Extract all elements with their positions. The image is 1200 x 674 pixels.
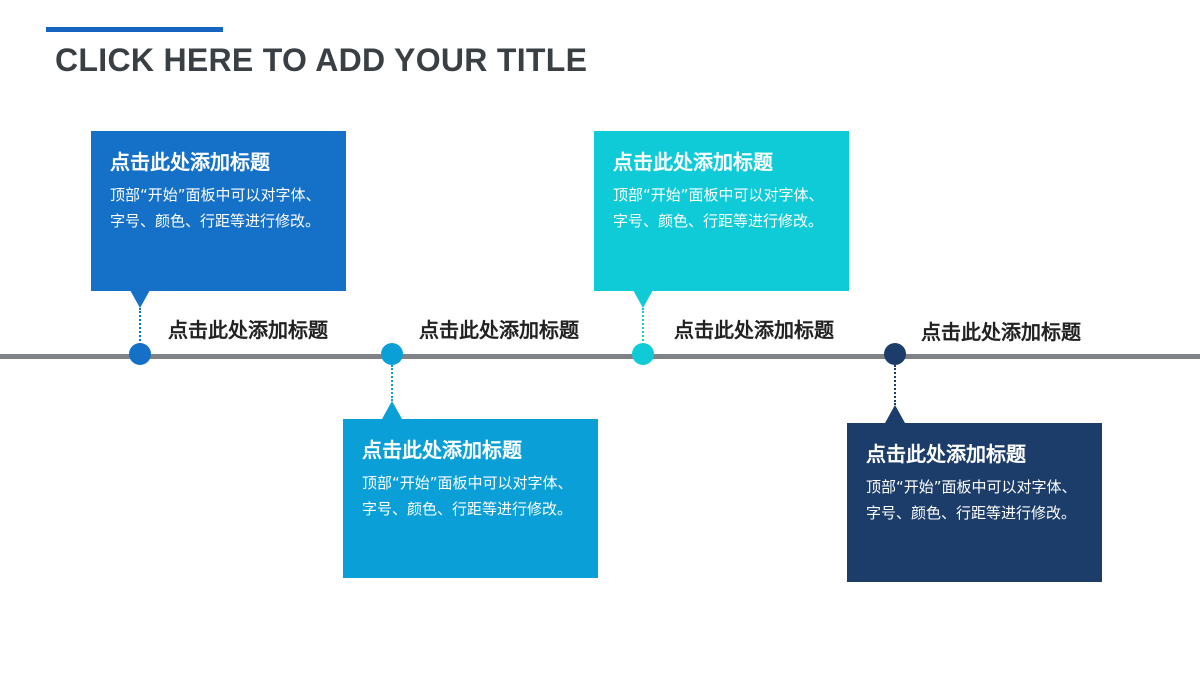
milestone-2-dot (381, 343, 403, 365)
milestone-4-box-text[interactable]: 顶部“开始”面板中可以对字体、字号、颜色、行距等进行修改。 (866, 474, 1085, 526)
milestone-4-pointer (885, 405, 905, 423)
slide-title[interactable]: CLICK HERE TO ADD YOUR TITLE (55, 42, 587, 79)
milestone-3-box-title[interactable]: 点击此处添加标题 (613, 148, 832, 176)
milestone-2-box[interactable]: 点击此处添加标题 顶部“开始”面板中可以对字体、字号、颜色、行距等进行修改。 (343, 419, 598, 578)
milestone-2-box-title[interactable]: 点击此处添加标题 (362, 436, 581, 464)
milestone-2-box-text[interactable]: 顶部“开始”面板中可以对字体、字号、颜色、行距等进行修改。 (362, 470, 581, 522)
milestone-1-dot (129, 343, 151, 365)
title-accent-bar (46, 27, 223, 32)
timeline-line (0, 354, 1200, 359)
milestone-3-box-text[interactable]: 顶部“开始”面板中可以对字体、字号、颜色、行距等进行修改。 (613, 182, 832, 234)
milestone-4-label[interactable]: 点击此处添加标题 (921, 316, 1081, 345)
milestone-3-label[interactable]: 点击此处添加标题 (674, 314, 834, 343)
milestone-4-box-title[interactable]: 点击此处添加标题 (866, 440, 1085, 468)
milestone-4-connector (894, 365, 896, 405)
milestone-2-label[interactable]: 点击此处添加标题 (419, 314, 579, 343)
milestone-1-pointer (130, 290, 150, 308)
milestone-1-box-title[interactable]: 点击此处添加标题 (110, 148, 329, 176)
milestone-1-connector (139, 308, 141, 345)
milestone-3-connector (642, 308, 644, 345)
milestone-3-pointer (633, 290, 653, 308)
milestone-2-connector (391, 365, 393, 401)
milestone-1-box-text[interactable]: 顶部“开始”面板中可以对字体、字号、颜色、行距等进行修改。 (110, 182, 329, 234)
milestone-2-pointer (382, 401, 402, 419)
milestone-4-box[interactable]: 点击此处添加标题 顶部“开始”面板中可以对字体、字号、颜色、行距等进行修改。 (847, 423, 1102, 582)
milestone-1-label[interactable]: 点击此处添加标题 (168, 314, 328, 343)
milestone-4-dot (884, 343, 906, 365)
milestone-3-box[interactable]: 点击此处添加标题 顶部“开始”面板中可以对字体、字号、颜色、行距等进行修改。 (594, 131, 849, 291)
milestone-3-dot (632, 343, 654, 365)
milestone-1-box[interactable]: 点击此处添加标题 顶部“开始”面板中可以对字体、字号、颜色、行距等进行修改。 (91, 131, 346, 291)
